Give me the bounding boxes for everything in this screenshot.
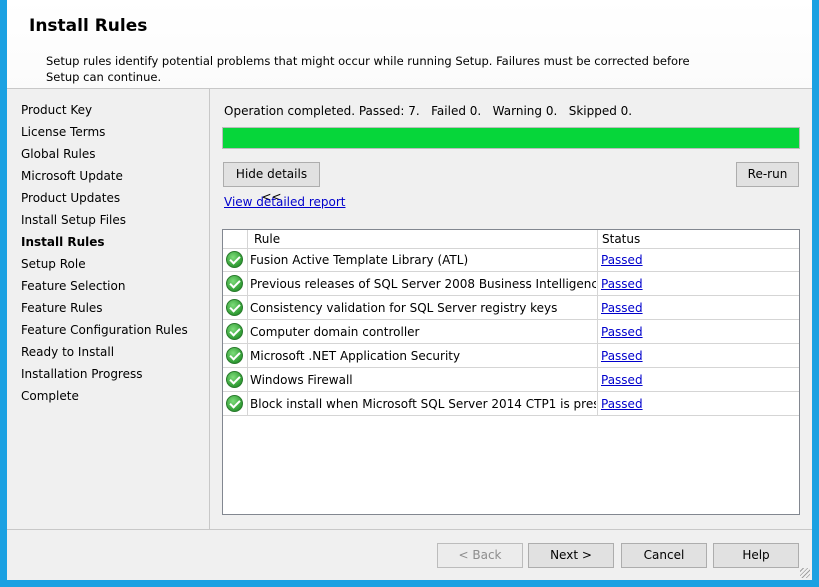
nav-item-license-terms[interactable]: License Terms [21, 125, 105, 139]
help-button[interactable]: Help [713, 543, 799, 568]
nav-item-microsoft-update[interactable]: Microsoft Update [21, 169, 123, 183]
rule-name: Windows Firewall [250, 373, 353, 387]
setup-window: Install Rules Setup rules identify poten… [7, 0, 812, 580]
check-icon [226, 275, 243, 292]
nav-item-install-rules[interactable]: Install Rules [21, 235, 105, 249]
page-description: Setup rules identify potential problems … [46, 54, 690, 84]
status-passed-link[interactable]: Passed [601, 301, 643, 315]
nav-item-install-setup-files[interactable]: Install Setup Files [21, 213, 126, 227]
nav-item-global-rules[interactable]: Global Rules [21, 147, 95, 161]
page-title: Install Rules [29, 16, 148, 36]
check-icon [226, 299, 243, 316]
resize-grip[interactable] [800, 568, 810, 578]
progress-bar-fill [223, 128, 799, 148]
table-row[interactable]: Block install when Microsoft SQL Server … [223, 392, 799, 416]
rule-name: Block install when Microsoft SQL Server … [250, 397, 596, 411]
main-panel: Operation completed. Passed: 7. Failed 0… [211, 89, 812, 529]
table-row[interactable]: Previous releases of SQL Server 2008 Bus… [223, 272, 799, 296]
cancel-button[interactable]: Cancel [621, 543, 707, 568]
rules-table-header: Rule Status [223, 230, 799, 249]
status-column-header[interactable]: Status [602, 232, 640, 246]
page-header: Install Rules Setup rules identify poten… [7, 0, 812, 89]
status-passed-link[interactable]: Passed [601, 277, 643, 291]
status-passed-link[interactable]: Passed [601, 373, 643, 387]
nav-item-ready-to-install[interactable]: Ready to Install [21, 345, 114, 359]
wizard-steps-nav: Product Key License Terms Global Rules M… [7, 89, 210, 529]
check-icon [226, 395, 243, 412]
status-passed-link[interactable]: Passed [601, 397, 643, 411]
status-passed-link[interactable]: Passed [601, 253, 643, 267]
rule-name: Microsoft .NET Application Security [250, 349, 461, 363]
rule-name: Fusion Active Template Library (ATL) [250, 253, 469, 267]
check-icon [226, 323, 243, 340]
status-passed-link[interactable]: Passed [601, 349, 643, 363]
nav-item-product-key[interactable]: Product Key [21, 103, 92, 117]
check-icon [226, 251, 243, 268]
view-detailed-report-link[interactable]: View detailed report [224, 195, 345, 209]
nav-item-feature-configuration-rules[interactable]: Feature Configuration Rules [21, 323, 188, 337]
table-row[interactable]: Fusion Active Template Library (ATL) Pas… [223, 248, 799, 272]
hide-details-button[interactable]: Hide details << [223, 162, 320, 204]
rule-name: Computer domain controller [250, 325, 420, 339]
progress-bar [222, 127, 800, 149]
check-icon [226, 371, 243, 388]
status-passed-link[interactable]: Passed [601, 325, 643, 339]
rerun-button[interactable]: Re-run [736, 162, 799, 187]
rules-table: Rule Status Fusion Active Template Libra… [222, 229, 800, 515]
next-button[interactable]: Next > [528, 543, 614, 568]
nav-item-feature-selection[interactable]: Feature Selection [21, 279, 125, 293]
check-icon [226, 347, 243, 364]
wizard-footer: < Back Next > Cancel Help [7, 529, 812, 580]
rule-column-header[interactable]: Rule [254, 232, 280, 246]
nav-item-complete[interactable]: Complete [21, 389, 79, 403]
rule-name: Previous releases of SQL Server 2008 Bus… [250, 277, 596, 291]
nav-item-product-updates[interactable]: Product Updates [21, 191, 120, 205]
table-row[interactable]: Computer domain controller Passed [223, 320, 799, 344]
back-button[interactable]: < Back [437, 543, 523, 568]
nav-item-setup-role[interactable]: Setup Role [21, 257, 86, 271]
nav-item-installation-progress[interactable]: Installation Progress [21, 367, 143, 381]
table-row[interactable]: Consistency validation for SQL Server re… [223, 296, 799, 320]
operation-status-text: Operation completed. Passed: 7. Failed 0… [224, 104, 633, 118]
nav-item-feature-rules[interactable]: Feature Rules [21, 301, 103, 315]
table-row[interactable]: Windows Firewall Passed [223, 368, 799, 392]
table-row[interactable]: Microsoft .NET Application Security Pass… [223, 344, 799, 368]
rule-name: Consistency validation for SQL Server re… [250, 301, 558, 315]
